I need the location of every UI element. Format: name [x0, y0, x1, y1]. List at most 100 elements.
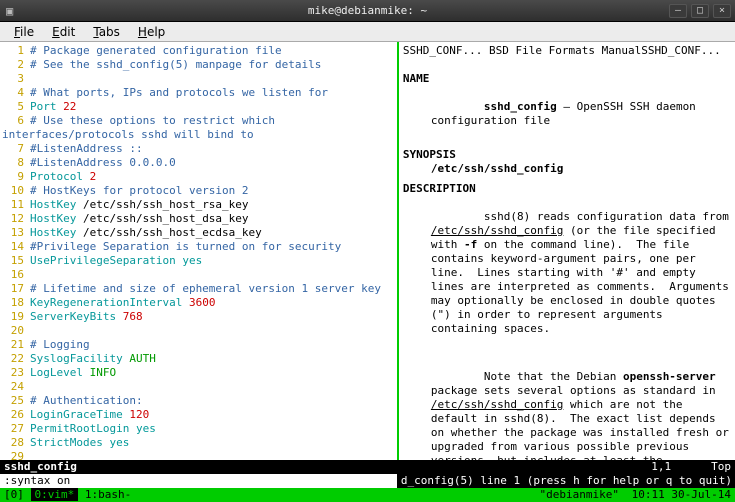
close-button[interactable]: × — [713, 4, 731, 18]
line-number: 19 — [2, 310, 24, 324]
line-number: 28 — [2, 436, 24, 450]
line-number: 25 — [2, 394, 24, 408]
code-line[interactable]: 3 — [2, 72, 395, 86]
line-number: 21 — [2, 338, 24, 352]
tmux-session[interactable]: [0] — [4, 488, 24, 501]
tmux-window-1[interactable]: 1:bash- — [78, 488, 131, 501]
line-number: 22 — [2, 352, 24, 366]
code-line[interactable]: 1# Package generated configuration file — [2, 44, 395, 58]
line-number: 10 — [2, 184, 24, 198]
window-titlebar: ▣ mike@debianmike: ~ – □ × — [0, 0, 735, 22]
vim-filename: sshd_config — [4, 460, 77, 474]
line-number: 23 — [2, 366, 24, 380]
code-line[interactable]: 22SyslogFacility AUTH — [2, 352, 395, 366]
code-line[interactable]: 4# What ports, IPs and protocols we list… — [2, 86, 395, 100]
code-line[interactable]: 11HostKey /etc/ssh/ssh_host_rsa_key — [2, 198, 395, 212]
code-token: 768 — [123, 310, 143, 323]
menu-help[interactable]: Help — [130, 23, 173, 41]
code-token: Protocol — [30, 170, 83, 183]
line-number: 16 — [2, 268, 24, 282]
code-line[interactable]: 29 — [2, 450, 395, 460]
code-line[interactable]: 16 — [2, 268, 395, 282]
menu-tabs[interactable]: Tabs — [85, 23, 128, 41]
line-number: 26 — [2, 408, 24, 422]
code-line[interactable]: 24 — [2, 380, 395, 394]
code-line[interactable]: 17 # Lifetime and size of ephemeral versi… — [2, 282, 395, 296]
code-token: SyslogFacility — [30, 352, 123, 365]
code-token: 22 — [63, 100, 76, 113]
code-token — [83, 366, 90, 379]
code-line[interactable]: 9 Protocol 2 — [2, 170, 395, 184]
code-token: # Lifetime and size of ephemeral version… — [30, 282, 381, 295]
code-token: #Privilege Separation is turned on for s… — [30, 240, 341, 253]
code-token: #ListenAddress :: — [30, 142, 143, 155]
man-desc-p1: sshd(8) reads configuration data from /e… — [403, 196, 731, 350]
minimize-button[interactable]: – — [669, 4, 687, 18]
code-line[interactable]: 7 #ListenAddress :: — [2, 142, 395, 156]
code-line[interactable]: 27PermitRootLogin yes — [2, 422, 395, 436]
vim-pane[interactable]: 1# Package generated configuration file2… — [0, 42, 397, 460]
code-line[interactable]: 6# Use these options to restrict which i… — [2, 114, 395, 142]
line-number: 5 — [2, 100, 24, 114]
code-token: /etc/ssh/ssh_host_ecdsa_key — [76, 226, 261, 239]
code-line[interactable]: 28 StrictModes yes — [2, 436, 395, 450]
man-name-body: sshd_config — OpenSSH SSH daemon configu… — [403, 86, 731, 142]
code-line[interactable]: 20 — [2, 324, 395, 338]
line-number: 14 — [2, 240, 24, 254]
man-pane[interactable]: SSHD_CONF... BSD File Formats ManualSSHD… — [399, 42, 735, 460]
code-line[interactable]: 26 LoginGraceTime 120 — [2, 408, 395, 422]
code-line[interactable]: 23LogLevel INFO — [2, 366, 395, 380]
code-line[interactable]: 19 ServerKeyBits 768 — [2, 310, 395, 324]
code-token: PermitRootLogin — [30, 422, 129, 435]
man-desc-hdr: DESCRIPTION — [403, 182, 731, 196]
line-number: 9 — [2, 170, 24, 184]
code-line[interactable]: 12HostKey /etc/ssh/ssh_host_dsa_key — [2, 212, 395, 226]
menu-bar: File Edit Tabs Help — [0, 22, 735, 42]
command-line-row: :syntax on d_config(5) line 1 (press h f… — [0, 474, 735, 488]
line-number: 13 — [2, 226, 24, 240]
tmux-window-0[interactable]: 0:vim* — [31, 488, 79, 501]
code-token: LoginGraceTime — [30, 408, 123, 421]
code-token: 2 — [90, 170, 97, 183]
code-token — [129, 422, 136, 435]
code-line[interactable]: 13HostKey /etc/ssh/ssh_host_ecdsa_key — [2, 226, 395, 240]
code-token: KeyRegenerationInterval — [30, 296, 182, 309]
code-token: UsePrivilegeSeparation — [30, 254, 176, 267]
line-number: 7 — [2, 142, 24, 156]
line-number: 3 — [2, 72, 24, 86]
vim-command-line[interactable]: :syntax on — [0, 474, 397, 488]
code-token: StrictModes — [30, 436, 103, 449]
line-number: 17 — [2, 282, 24, 296]
tmux-host: "debianmike" — [540, 488, 619, 501]
code-token: 120 — [129, 408, 149, 421]
code-line[interactable]: 18KeyRegenerationInterval 3600 — [2, 296, 395, 310]
terminal-area[interactable]: 1# Package generated configuration file2… — [0, 42, 735, 502]
code-token: ServerKeyBits — [30, 310, 116, 323]
tmux-status-bar: [0] 0:vim* 1:bash- "debianmike" 10:11 30… — [0, 488, 735, 502]
window-title: mike@debianmike: ~ — [308, 4, 427, 17]
code-line[interactable]: 14 #Privilege Separation is turned on for… — [2, 240, 395, 254]
menu-file[interactable]: File — [6, 23, 42, 41]
code-token: #ListenAddress 0.0.0.0 — [30, 156, 176, 169]
code-token: # HostKeys for protocol version 2 — [30, 184, 249, 197]
code-line[interactable]: 2# See the sshd_config(5) manpage for de… — [2, 58, 395, 72]
code-line[interactable]: 10 # HostKeys for protocol version 2 — [2, 184, 395, 198]
code-line[interactable]: 21 # Logging — [2, 338, 395, 352]
code-token: # Logging — [30, 338, 90, 351]
line-number: 18 — [2, 296, 24, 310]
line-number: 6 — [2, 114, 24, 128]
line-number: 20 — [2, 324, 24, 338]
tmux-right: "debianmike" 10:11 30-Jul-14 — [540, 488, 731, 502]
code-token: /etc/ssh/ssh_host_rsa_key — [76, 198, 248, 211]
code-token: INFO — [90, 366, 117, 379]
maximize-button[interactable]: □ — [691, 4, 709, 18]
code-line[interactable]: 8#ListenAddress 0.0.0.0 — [2, 156, 395, 170]
line-number: 27 — [2, 422, 24, 436]
code-token: yes — [109, 436, 129, 449]
code-line[interactable]: 15UsePrivilegeSeparation yes — [2, 254, 395, 268]
terminal-icon: ▣ — [6, 4, 13, 18]
code-line[interactable]: 25# Authentication: — [2, 394, 395, 408]
menu-edit[interactable]: Edit — [44, 23, 83, 41]
line-number: 12 — [2, 212, 24, 226]
code-line[interactable]: 5Port 22 — [2, 100, 395, 114]
